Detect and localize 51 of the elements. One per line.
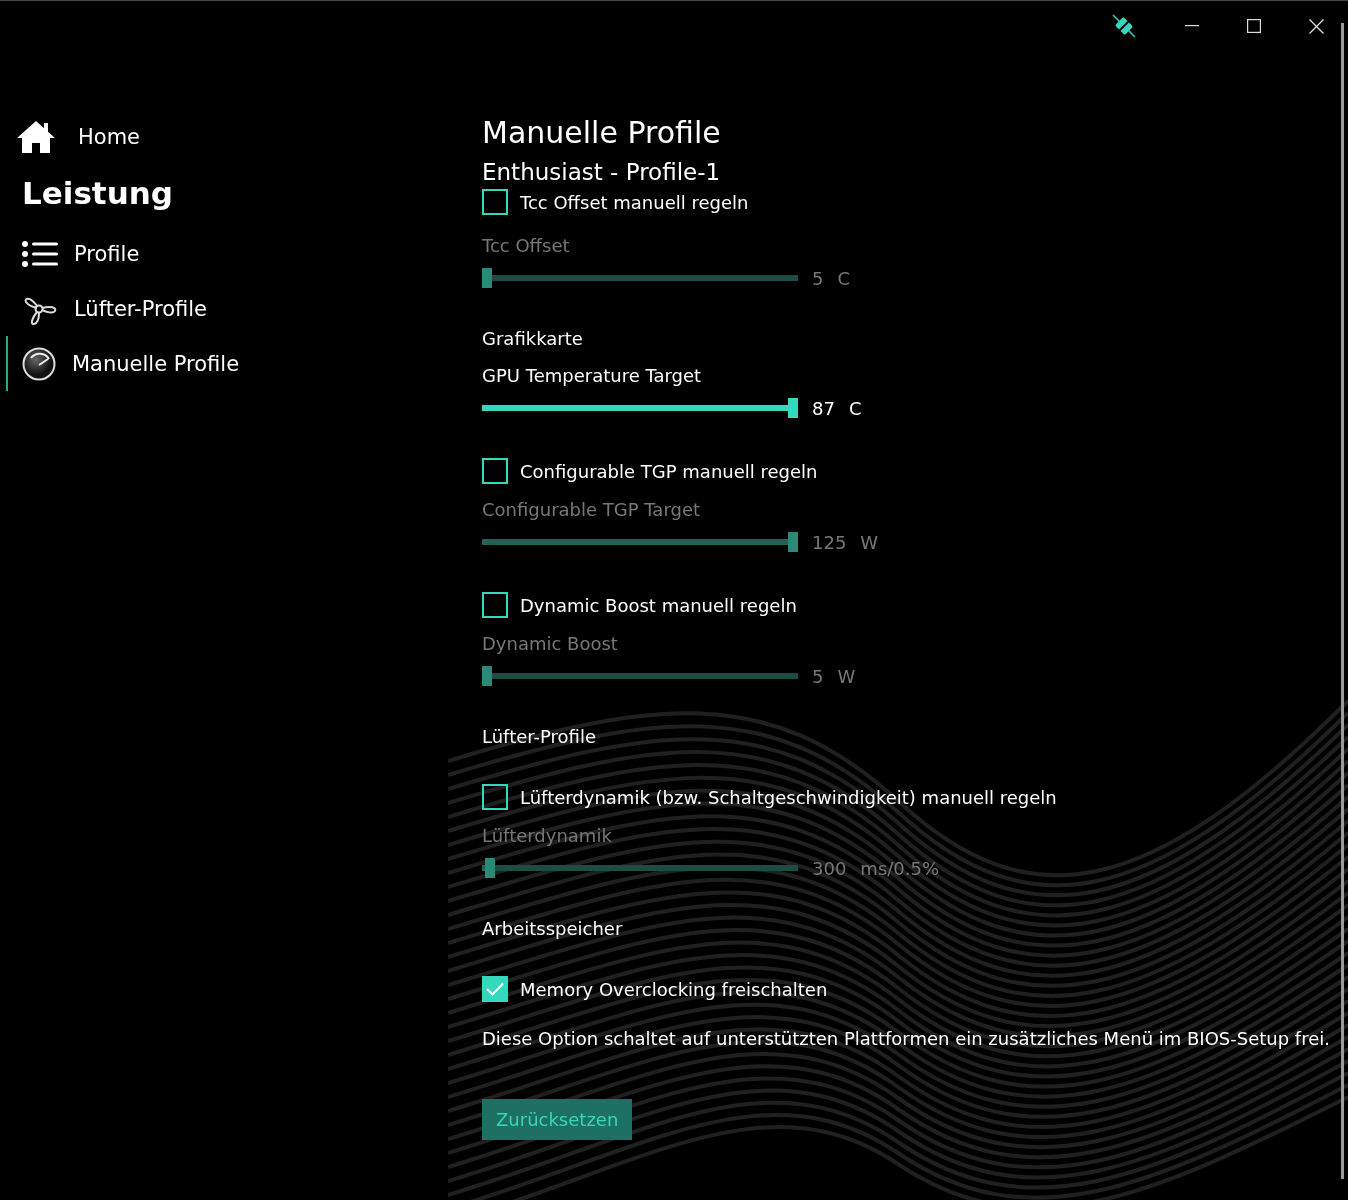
slider[interactable]: [482, 666, 798, 686]
slider-unit: C: [837, 267, 851, 289]
slider-label: Tcc Offset: [482, 234, 571, 258]
checkbox-label: Tcc Offset manuell regeln: [520, 191, 749, 213]
slider-unit: W: [837, 665, 856, 687]
checkbox-label: Dynamic Boost manuell regeln: [520, 594, 797, 616]
slider[interactable]: [482, 268, 798, 288]
slider-label: Configurable TGP Target: [482, 498, 702, 522]
slider-label: Lüfterdynamik: [482, 824, 613, 848]
close-icon[interactable]: [1309, 18, 1324, 34]
slider-unit: W: [860, 531, 879, 553]
profile-subtitle: Enthusiast - Profile-1: [482, 158, 722, 187]
checkbox-label: Configurable TGP manuell regeln: [520, 460, 818, 482]
nav-item[interactable]: Profile: [6, 226, 482, 281]
scrollbar[interactable]: [1341, 23, 1344, 1179]
slider[interactable]: [482, 858, 798, 878]
gauge-icon: [22, 346, 56, 381]
home-nav-item[interactable]: Home: [6, 109, 482, 164]
section-heading: Arbeitsspeicher: [482, 917, 624, 941]
section-heading: Grafikkarte: [482, 327, 584, 351]
nav-item[interactable]: Lüfter-Profile: [6, 281, 482, 336]
checkbox-label: Memory Overclocking freischalten: [520, 978, 828, 1000]
checkbox[interactable]: [482, 976, 508, 1002]
pin-icon[interactable]: [1111, 13, 1137, 39]
slider-value: 5: [812, 665, 824, 687]
slider[interactable]: [482, 532, 798, 552]
section-title: Leistung: [21, 174, 174, 213]
section-heading: Lüfter-Profile: [482, 725, 597, 749]
slider-label: GPU Temperature Target: [482, 364, 703, 388]
slider-value: 125: [812, 531, 847, 553]
home-icon: [16, 119, 56, 154]
checkbox-label: Lüfterdynamik (bzw. Schaltgeschwindigkeit) manuell regeln: [520, 786, 1057, 808]
slider-value: 5: [812, 267, 824, 289]
checkbox[interactable]: [482, 189, 508, 215]
maximize-icon[interactable]: [1247, 19, 1261, 33]
minimize-icon[interactable]: [1185, 25, 1199, 27]
checkmark-icon: [486, 982, 504, 996]
slider-unit: C: [848, 397, 862, 419]
page-title: Manuelle Profile: [482, 114, 722, 152]
checkbox[interactable]: [482, 592, 508, 618]
list-icon: [22, 240, 58, 267]
slider-value: 300: [812, 857, 847, 879]
slider[interactable]: [482, 398, 798, 418]
checkbox[interactable]: [482, 784, 508, 810]
description-text: Diese Option schaltet auf unterstützten Plattformen ein zusätzliches Menü im BIOS-Setup frei.: [482, 1027, 1330, 1051]
slider-unit: ms/0.5%: [860, 857, 940, 879]
slider-thumb[interactable]: [788, 398, 798, 418]
checkbox[interactable]: [482, 458, 508, 484]
nav-item[interactable]: Manuelle Profile: [6, 336, 482, 391]
slider-value: 87: [812, 397, 835, 419]
slider-label: Dynamic Boost: [482, 632, 619, 656]
